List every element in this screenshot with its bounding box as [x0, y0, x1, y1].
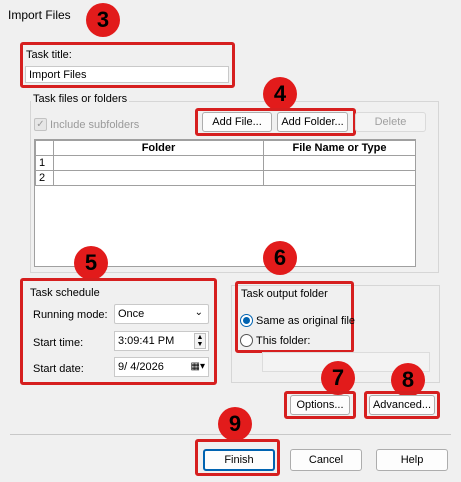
- start-date-value: 9/ 4/2026: [118, 361, 164, 373]
- start-time-label: Start time:: [33, 337, 84, 349]
- table-cell[interactable]: [53, 170, 264, 186]
- window-title: Import Files: [8, 8, 71, 22]
- options-button[interactable]: Options...: [290, 395, 350, 415]
- callout-5: 5: [74, 246, 108, 280]
- radio-this-folder[interactable]: [240, 334, 253, 347]
- add-file-button[interactable]: Add File...: [202, 112, 272, 132]
- include-subfolders-checkbox[interactable]: ✓: [34, 118, 47, 131]
- files-group-label: Task files or folders: [31, 93, 130, 105]
- add-folder-button[interactable]: Add Folder...: [277, 112, 348, 132]
- table-row[interactable]: 2: [35, 170, 416, 186]
- callout-3: 3: [86, 3, 120, 37]
- running-mode-label: Running mode:: [33, 309, 108, 321]
- advanced-button[interactable]: Advanced...: [369, 395, 435, 415]
- schedule-label: Task schedule: [30, 287, 100, 299]
- running-mode-select[interactable]: Once ⌄: [114, 304, 209, 324]
- delete-button[interactable]: Delete: [355, 112, 426, 132]
- calendar-icon[interactable]: ▦▾: [191, 361, 205, 372]
- spin-icon[interactable]: ▲ ▼: [194, 333, 206, 349]
- radio-same-as-original[interactable]: [240, 314, 253, 327]
- callout-9: 9: [218, 407, 252, 441]
- column-header-file-name[interactable]: File Name or Type: [263, 140, 416, 156]
- start-date-input[interactable]: 9/ 4/2026 ▦▾: [114, 357, 209, 377]
- running-mode-value: Once: [118, 308, 145, 320]
- table-cell[interactable]: [263, 170, 416, 186]
- start-time-input[interactable]: 3:09:41 PM ▲ ▼: [114, 331, 209, 351]
- finish-button[interactable]: Finish: [203, 449, 275, 471]
- table-cell[interactable]: [263, 155, 416, 171]
- radio-selected-dot: [243, 317, 250, 324]
- task-title-input[interactable]: Import Files: [25, 66, 229, 83]
- table-row[interactable]: 1: [35, 155, 416, 171]
- table-cell[interactable]: [53, 155, 264, 171]
- files-grid: Folder File Name or Type 1 2: [35, 140, 416, 186]
- help-button[interactable]: Help: [376, 449, 448, 471]
- start-time-value: 3:09:41 PM: [118, 335, 175, 347]
- row-number: 1: [35, 155, 54, 171]
- same-as-original-label: Same as original file: [256, 315, 356, 327]
- column-header-folder[interactable]: Folder: [53, 140, 264, 156]
- callout-4: 4: [263, 77, 297, 111]
- task-title-label: Task title:: [26, 49, 72, 61]
- corner-header: [35, 140, 54, 156]
- start-date-label: Start date:: [33, 363, 84, 375]
- this-folder-label: This folder:: [256, 335, 311, 347]
- cancel-button[interactable]: Cancel: [290, 449, 362, 471]
- include-subfolders-label: Include subfolders: [50, 119, 140, 131]
- chevron-down-icon: ⌄: [194, 307, 203, 318]
- row-number: 2: [35, 170, 54, 186]
- callout-7: 7: [321, 361, 355, 395]
- callout-6: 6: [263, 241, 297, 275]
- output-label: Task output folder: [241, 288, 328, 300]
